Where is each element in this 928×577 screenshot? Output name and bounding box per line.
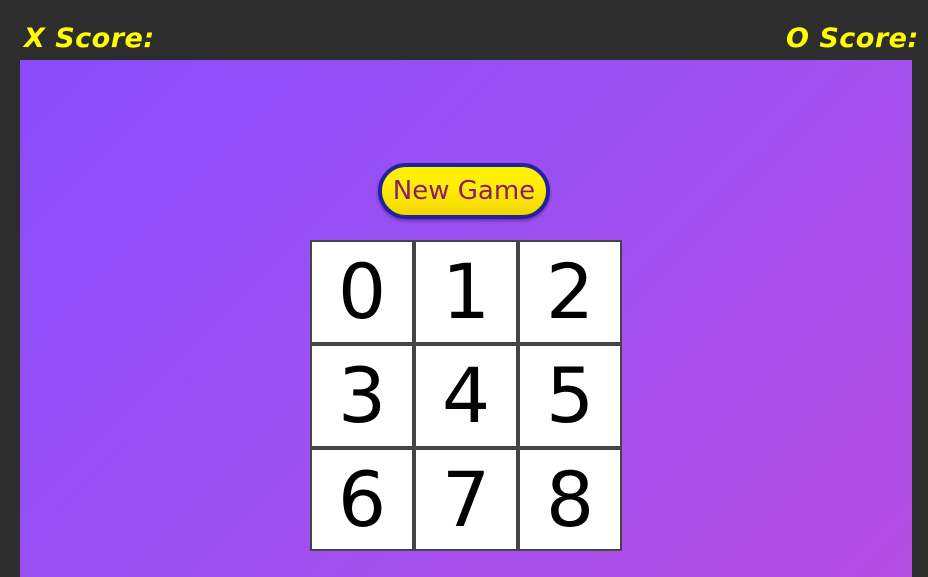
board-cell[interactable]: 7 (414, 448, 518, 551)
board-cell[interactable]: 3 (310, 344, 414, 448)
tic-tac-toe-app: X Score: O Score: New Game 012345 678 (0, 0, 928, 577)
board-cell[interactable]: 2 (518, 240, 622, 344)
board-cell[interactable]: 4 (414, 344, 518, 448)
play-area: New Game 012345 678 (20, 60, 912, 577)
board-cell[interactable]: 5 (518, 344, 622, 448)
x-score-label: X Score: (24, 23, 155, 54)
board-cell[interactable]: 6 (310, 448, 414, 551)
game-board: 012345 678 (310, 240, 622, 551)
board-cell[interactable]: 8 (518, 448, 622, 551)
o-score-label: O Score: (786, 23, 919, 54)
board-cell[interactable]: 1 (414, 240, 518, 344)
board-cell[interactable]: 0 (310, 240, 414, 344)
new-game-button[interactable]: New Game (378, 163, 550, 219)
scoreboard: X Score: O Score: (0, 0, 928, 60)
